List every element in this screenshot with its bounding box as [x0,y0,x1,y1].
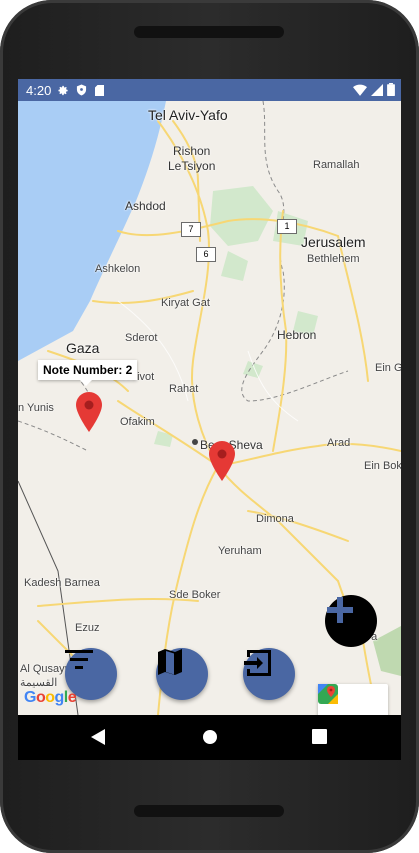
home-icon[interactable] [202,729,218,745]
place-label: Hebron [277,328,317,342]
place-label: LeTsiyon [168,159,216,173]
battery-icon [387,83,395,96]
place-label: Gaza [66,340,100,356]
place-label: Sderot [125,332,158,344]
recents-icon[interactable] [312,729,327,744]
place-label: Sde Boker [169,589,221,601]
place-label: Ein Ge [375,362,401,374]
map-icon [158,649,182,675]
plus-icon [327,597,353,623]
place-label: Yeruham [218,545,262,557]
place-label: Ashdod [125,199,166,213]
city-dot [192,439,198,445]
google-maps-icon [318,684,338,704]
road-shield-label: 1 [284,221,290,231]
system-navigation-bar [18,715,401,760]
place-label: Ofakim [120,416,155,428]
wifi-icon [353,84,367,96]
place-label: Tel Aviv-Yafo [148,107,228,123]
road-shield-label: 7 [188,224,194,234]
road-shield-7: 7 [181,222,201,237]
map-marker[interactable] [209,441,235,481]
place-label: Ashkelon [95,263,141,275]
road-shield-6: 6 [196,247,216,262]
map-view[interactable]: 7 6 1 Tel Aviv-Yafo Rishon LeTsiyon Rama… [18,101,401,720]
bottom-speaker [134,805,284,817]
marker-pin-icon [76,392,102,432]
exit-icon [244,650,271,676]
place-label: Rishon [173,144,211,158]
map-marker[interactable] [76,392,102,432]
place-label: Jerusalem [301,234,366,250]
exit-button[interactable] [243,648,295,700]
place-label: Ezuz [75,622,100,634]
place-label: Ramallah [313,159,360,171]
status-right [353,83,395,96]
screen: 4:20 7 6 1 Tel Aviv-Yafo Rishon LeTsiyon… [18,79,401,760]
place-label: Rahat [169,383,199,395]
back-icon[interactable] [91,729,105,745]
status-bar: 4:20 [18,79,401,101]
google-logo: Google [24,689,77,706]
place-label: Bethlehem [307,253,360,265]
phone-frame: 4:20 7 6 1 Tel Aviv-Yafo Rishon LeTsiyon… [0,0,419,853]
marker-info-window[interactable]: Note Number: 2 [38,360,138,386]
status-time: 4:20 [26,82,52,98]
signal-icon [371,83,383,96]
road-shield-1: 1 [277,219,297,234]
shield-icon [75,84,87,96]
gear-icon [57,84,69,96]
place-label: Kiryat Gat [161,297,210,309]
map-type-button[interactable] [156,648,208,700]
place-label: القسيمة [20,677,58,689]
marker-pin-icon [209,441,235,481]
place-label: Ein Bok [364,460,401,472]
place-label: Arad [327,437,351,449]
sd-card-icon [93,84,105,96]
place-label: n Yunis [18,402,54,414]
filter-icon [65,650,93,669]
place-label: Kadesh Barnea [24,577,100,589]
top-speaker [134,26,284,38]
place-label: Dimona [256,513,294,525]
add-note-button[interactable] [325,595,377,647]
road-shield-label: 6 [203,249,209,259]
